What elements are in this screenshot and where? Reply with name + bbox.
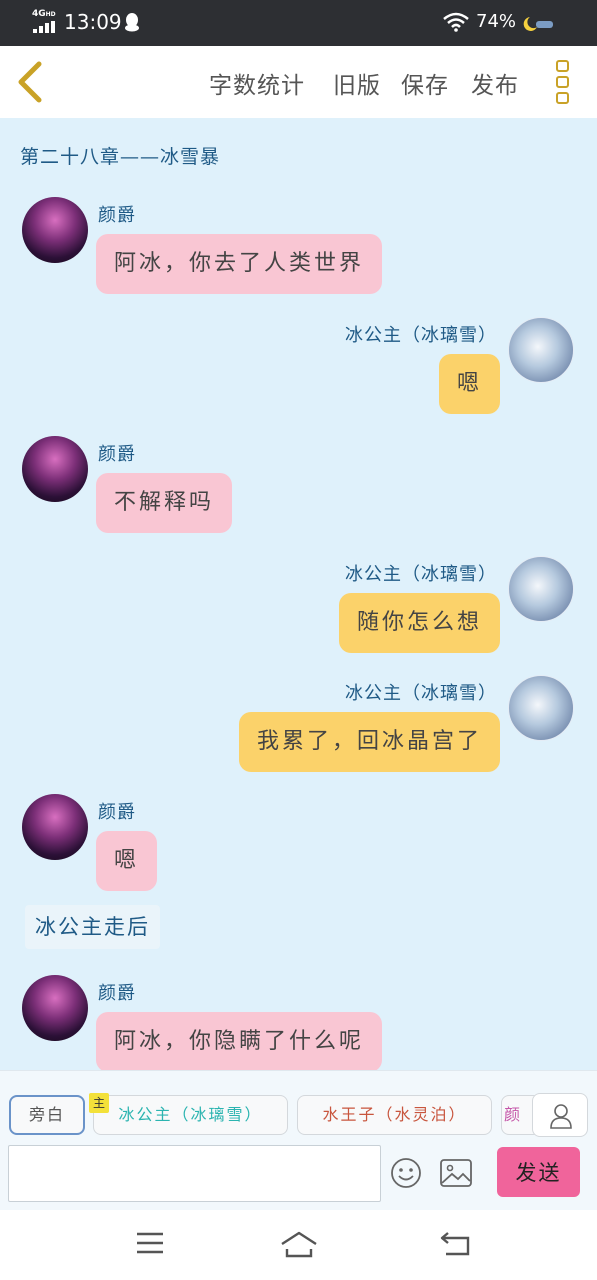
message-input[interactable] xyxy=(8,1145,381,1202)
person-icon xyxy=(550,1104,572,1129)
sender-name: 颜爵 xyxy=(98,444,136,465)
character-manager-button[interactable] xyxy=(532,1093,588,1137)
sender-name: 颜爵 xyxy=(98,205,136,226)
qq-icon xyxy=(125,13,139,32)
chat-area[interactable]: 第二十八章——冰雪暴 颜爵 阿冰，你去了人类世界 冰公主（冰璃雪） 嗯 颜爵 不… xyxy=(0,118,597,1070)
message-bubble[interactable]: 随你怎么想 xyxy=(338,593,500,653)
word-count-link[interactable]: 字数统计 xyxy=(209,66,305,100)
menu-icon[interactable] xyxy=(136,1230,164,1256)
role-tab-narration[interactable]: 旁白 xyxy=(9,1095,85,1135)
battery-level: 74% xyxy=(476,11,517,32)
message-bubble[interactable]: 阿冰，你隐瞒了什么呢 xyxy=(96,1012,383,1070)
avatar[interactable] xyxy=(22,794,88,860)
send-button[interactable]: 发送 xyxy=(497,1147,580,1197)
back-icon[interactable] xyxy=(440,1230,470,1258)
more-menu-icon[interactable] xyxy=(554,60,572,106)
sender-name: 冰公主（冰璃雪） xyxy=(345,683,497,704)
sender-name: 颜爵 xyxy=(98,983,136,1004)
role-tab-ice-princess[interactable]: 冰公主（冰璃雪） xyxy=(93,1095,288,1135)
avatar[interactable] xyxy=(22,197,88,263)
message-bubble[interactable]: 我累了，回冰晶宫了 xyxy=(238,712,500,772)
chapter-title[interactable]: 第二十八章——冰雪暴 xyxy=(20,142,220,169)
avatar[interactable] xyxy=(508,317,574,383)
old-version-link[interactable]: 旧版 xyxy=(333,66,381,100)
wifi-icon xyxy=(443,12,469,32)
status-bar: 4GHD 13:09 74% xyxy=(0,0,597,46)
message-bubble[interactable]: 嗯 xyxy=(438,354,500,414)
avatar[interactable] xyxy=(22,436,88,502)
publish-link[interactable]: 发布 xyxy=(471,66,519,100)
back-arrow-icon[interactable] xyxy=(14,60,48,104)
home-icon[interactable] xyxy=(280,1230,318,1260)
role-tab-water-prince[interactable]: 水王子（水灵泊） xyxy=(297,1095,492,1135)
composer-panel: 旁白 冰公主（冰璃雪） 主 水王子（水灵泊） 颜 发送 xyxy=(0,1070,597,1210)
moon-icon xyxy=(523,17,553,31)
message-bubble[interactable]: 不解释吗 xyxy=(96,473,233,533)
message-bubble[interactable]: 阿冰，你去了人类世界 xyxy=(96,234,383,294)
sender-name: 冰公主（冰璃雪） xyxy=(345,325,497,346)
emoji-icon[interactable] xyxy=(390,1157,422,1189)
avatar[interactable] xyxy=(508,675,574,741)
sender-name: 冰公主（冰璃雪） xyxy=(345,564,497,585)
sender-name: 颜爵 xyxy=(98,802,136,823)
editor-header: 字数统计 旧版 保存 发布 xyxy=(0,46,597,118)
save-link[interactable]: 保存 xyxy=(401,66,449,100)
image-icon[interactable] xyxy=(440,1159,472,1187)
status-time: 13:09 xyxy=(64,10,122,34)
system-nav-bar xyxy=(0,1210,597,1280)
avatar[interactable] xyxy=(22,975,88,1041)
main-role-badge: 主 xyxy=(89,1093,109,1113)
narration-text[interactable]: 冰公主走后 xyxy=(25,905,160,949)
network-type: 4GHD xyxy=(32,9,56,19)
signal-icon xyxy=(33,21,57,33)
avatar[interactable] xyxy=(508,556,574,622)
message-bubble[interactable]: 嗯 xyxy=(96,831,158,891)
